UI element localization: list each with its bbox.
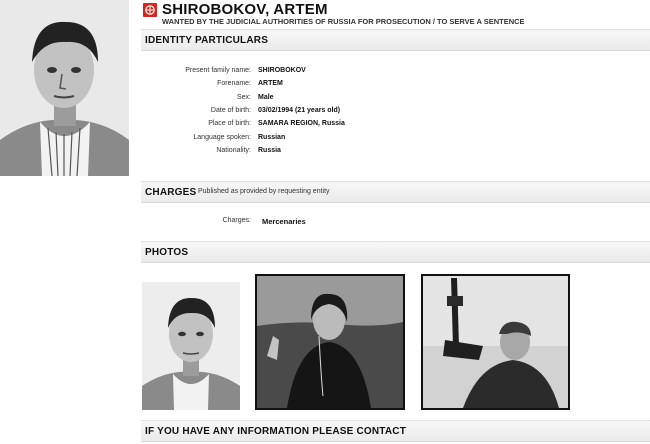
charges-section-title: CHARGES: [145, 187, 197, 198]
field-row-date-of-birth: Date of birth:: [141, 107, 251, 120]
field-row-family-name: Present family name:: [141, 67, 251, 80]
photos-section-header: PHOTOS: [141, 241, 650, 263]
notice-header: SHIROBOKOV, ARTEM WANTED BY THE JUDICIAL…: [141, 1, 650, 26]
field-label: Date of birth:: [210, 107, 251, 114]
identity-section-title: IDENTITY PARTICULARS: [145, 35, 269, 46]
contact-section-header: IF YOU HAVE ANY INFORMATION PLEASE CONTA…: [141, 420, 650, 442]
field-label: Nationality:: [216, 147, 251, 154]
field-label: Sex:: [236, 94, 251, 101]
photos-section-title: PHOTOS: [145, 247, 189, 258]
charges-section-header: CHARGES Published as provided by request…: [141, 181, 650, 203]
portrait-thumb-image: [142, 282, 240, 410]
photo-thumbnail-2[interactable]: [255, 274, 405, 410]
field-row-place-of-birth: Place of birth:: [141, 120, 251, 133]
field-label: Language spoken:: [193, 134, 251, 141]
field-label: Forename:: [217, 80, 251, 87]
charges-label: Charges:: [222, 217, 251, 224]
field-label: Place of birth:: [208, 120, 251, 127]
identity-section-header: IDENTITY PARTICULARS: [141, 29, 650, 51]
field-row-language: Language spoken:: [141, 134, 251, 147]
field-label: Present family name:: [185, 67, 251, 74]
field-row-nationality: Nationality:: [141, 147, 251, 160]
wanted-person-name: SHIROBOKOV, ARTEM: [162, 1, 328, 18]
field-row-forename: Forename:: [141, 80, 251, 93]
field-row-sex: Sex:: [141, 94, 251, 107]
portrait-image: [0, 0, 129, 176]
main-photo: [0, 0, 129, 176]
red-notice-logo-icon: [143, 3, 157, 17]
photo-thumbnail-3[interactable]: [421, 274, 570, 410]
contact-section-title: IF YOU HAVE ANY INFORMATION PLEASE CONTA…: [145, 426, 407, 437]
outdoor-photo-image: [257, 276, 403, 408]
rifle-photo-image: [423, 276, 568, 408]
photo-thumbnail-1[interactable]: [142, 282, 240, 410]
charges-row: Charges:: [141, 217, 251, 230]
charges-note: Published as provided by requesting enti…: [198, 188, 330, 195]
notice-subtitle: WANTED BY THE JUDICIAL AUTHORITIES OF RU…: [162, 17, 525, 26]
charges-value: Mercenaries: [262, 217, 306, 226]
